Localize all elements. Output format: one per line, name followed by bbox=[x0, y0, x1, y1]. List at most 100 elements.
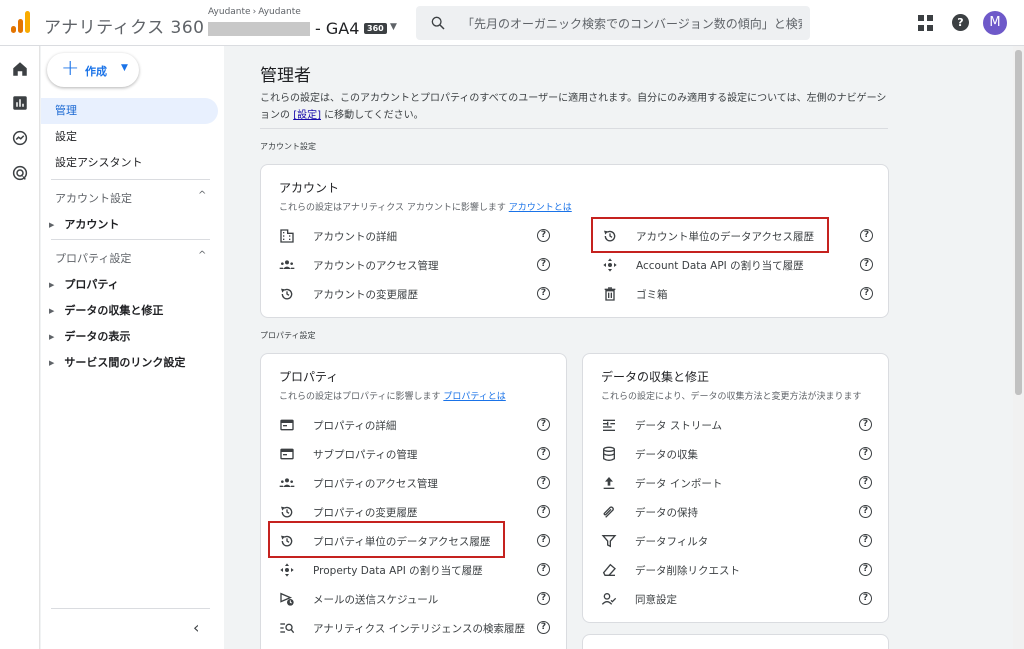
collapse-nav-icon[interactable]: ‹ bbox=[193, 618, 199, 637]
apps-grid-icon[interactable] bbox=[918, 15, 934, 31]
help-icon[interactable]: ? bbox=[859, 505, 872, 518]
nav-item-admin[interactable]: 管理 bbox=[41, 98, 218, 124]
top-bar: アナリティクス 360 Ayudante › Ayudante - GA4 360 … bbox=[0, 0, 1024, 46]
settings-link[interactable]: [設定] bbox=[293, 110, 321, 121]
help-icon[interactable]: ? bbox=[537, 534, 550, 547]
account-details-row[interactable]: アカウントの詳細 ? bbox=[279, 226, 551, 246]
what-is-account-link[interactable]: アカウントとは bbox=[509, 203, 572, 213]
avatar[interactable]: M bbox=[983, 11, 1007, 35]
property-access-row[interactable]: プロパティのアクセス管理 ? bbox=[279, 473, 551, 493]
property-change-history-row[interactable]: プロパティの変更履歴 ? bbox=[279, 502, 551, 522]
retention-icon bbox=[603, 506, 614, 518]
nav-sub-data-collection[interactable]: ▶ データの収集と修正 bbox=[49, 302, 163, 318]
data-streams-row[interactable]: データ ストリーム ? bbox=[601, 415, 873, 435]
help-icon[interactable]: ? bbox=[537, 287, 550, 300]
card-description: これらの設定はアナリティクス アカウントに影響します アカウントとは bbox=[279, 203, 572, 213]
data-filters-row[interactable]: データフィルタ ? bbox=[601, 531, 873, 551]
trash-row[interactable]: ゴミ箱 ? bbox=[602, 284, 874, 304]
data-deletion-requests-row[interactable]: データ削除リクエスト ? bbox=[601, 560, 873, 580]
data-import-row[interactable]: データ インポート ? bbox=[601, 473, 873, 493]
consent-settings-row[interactable]: 同意設定 ? bbox=[601, 589, 873, 609]
nav-item-settings[interactable]: 設定 bbox=[41, 124, 218, 150]
expand-arrow-icon: ▶ bbox=[49, 359, 55, 367]
nav-divider bbox=[51, 179, 210, 180]
account-data-api-quota-row[interactable]: Account Data API の割り当て履歴 ? bbox=[602, 255, 874, 275]
scheduled-emails-row[interactable]: メールの送信スケジュール ? bbox=[279, 589, 551, 609]
property-dropdown-icon[interactable]: ▼ bbox=[390, 22, 397, 32]
breadcrumb[interactable]: Ayudante › Ayudante bbox=[208, 7, 301, 17]
explore-icon[interactable] bbox=[11, 129, 29, 147]
help-icon[interactable]: ? bbox=[537, 505, 550, 518]
help-icon[interactable]: ? bbox=[859, 447, 872, 460]
property-name[interactable]: - GA4 bbox=[315, 19, 359, 38]
advertising-icon[interactable] bbox=[11, 164, 29, 182]
nav-sub-data-display[interactable]: ▶ データの表示 bbox=[49, 328, 130, 344]
expand-arrow-icon: ▶ bbox=[49, 221, 55, 229]
nav-section-account-settings[interactable]: アカウント設定 bbox=[55, 190, 132, 206]
people-icon bbox=[279, 260, 295, 269]
help-icon[interactable]: ? bbox=[537, 418, 550, 431]
stream-icon bbox=[603, 419, 615, 431]
trash-icon bbox=[604, 287, 616, 301]
highlight-box bbox=[268, 521, 505, 558]
nav-item-setup-assistant[interactable]: 設定アシスタント bbox=[41, 150, 218, 176]
nav-section-property-settings[interactable]: プロパティ設定 bbox=[55, 250, 131, 266]
nav-sub-product-links[interactable]: ▶ サービス間のリンク設定 bbox=[49, 354, 185, 370]
help-icon[interactable]: ? bbox=[859, 418, 872, 431]
card-description: これらの設定により、データの収集方法と変更方法が決まります bbox=[601, 392, 862, 402]
help-icon[interactable]: ? bbox=[860, 229, 873, 242]
filter-icon bbox=[601, 535, 617, 548]
search-bar[interactable]: 「先月のオーガニック検索でのコンバージョン数の傾向」と検索… bbox=[416, 6, 810, 40]
help-icon[interactable]: ? bbox=[859, 534, 872, 547]
scrollbar[interactable] bbox=[1013, 46, 1024, 649]
nav-sub-property[interactable]: ▶ プロパティ bbox=[49, 276, 119, 292]
expand-arrow-icon: ▶ bbox=[49, 281, 55, 289]
account-change-history-row[interactable]: アカウントの変更履歴 ? bbox=[279, 284, 551, 304]
nav-divider bbox=[51, 608, 210, 609]
left-rail bbox=[0, 46, 40, 649]
intro-text: これらの設定は、このアカウントとプロパティのすべてのユーザーに適用されます。自分… bbox=[260, 93, 887, 121]
property-card: プロパティ これらの設定はプロパティに影響します プロパティとは プロパティの詳… bbox=[260, 353, 567, 649]
help-icon[interactable]: ? bbox=[860, 258, 873, 271]
help-icon[interactable]: ? bbox=[537, 447, 550, 460]
help-icon[interactable]: ? bbox=[537, 229, 550, 242]
api-icon bbox=[603, 258, 617, 272]
data-retention-row[interactable]: データの保持 ? bbox=[601, 502, 873, 522]
plus-icon: + bbox=[61, 56, 80, 81]
help-icon[interactable]: ? bbox=[537, 563, 550, 576]
divider bbox=[260, 128, 888, 129]
breadcrumb-account[interactable]: Ayudante bbox=[208, 7, 251, 17]
property-details-row[interactable]: プロパティの詳細 ? bbox=[279, 415, 551, 435]
redacted-account-name bbox=[208, 22, 310, 36]
subproperty-management-row[interactable]: サブプロパティの管理 ? bbox=[279, 444, 551, 464]
help-icon[interactable]: ? bbox=[952, 14, 969, 31]
property-data-api-quota-row[interactable]: Property Data API の割り当て履歴 ? bbox=[279, 560, 551, 580]
highlight-box bbox=[591, 217, 829, 253]
create-button[interactable]: + 作成 ▼ bbox=[47, 53, 139, 87]
reports-icon[interactable] bbox=[11, 94, 29, 112]
create-label: 作成 bbox=[85, 65, 107, 78]
scrollbar-thumb[interactable] bbox=[1015, 50, 1022, 395]
data-collection-row[interactable]: データの収集 ? bbox=[601, 444, 873, 464]
nav-sub-account[interactable]: ▶ アカウント bbox=[49, 216, 119, 232]
page-title: 管理者 bbox=[260, 66, 311, 86]
building-icon bbox=[280, 229, 294, 243]
breadcrumb-property[interactable]: Ayudante bbox=[258, 7, 301, 17]
help-icon[interactable]: ? bbox=[537, 258, 550, 271]
account-access-row[interactable]: アカウントのアクセス管理 ? bbox=[279, 255, 551, 275]
help-icon[interactable]: ? bbox=[859, 592, 872, 605]
help-icon[interactable]: ? bbox=[859, 476, 872, 489]
help-icon[interactable]: ? bbox=[537, 592, 550, 605]
help-icon[interactable]: ? bbox=[859, 563, 872, 576]
chevron-up-icon[interactable]: ^ bbox=[198, 250, 206, 261]
home-icon[interactable] bbox=[11, 60, 29, 78]
what-is-property-link[interactable]: プロパティとは bbox=[443, 392, 505, 402]
search-input[interactable]: 「先月のオーガニック検索でのコンバージョン数の傾向」と検索… bbox=[462, 15, 802, 32]
help-icon[interactable]: ? bbox=[537, 621, 550, 634]
help-icon[interactable]: ? bbox=[860, 287, 873, 300]
intelligence-search-history-row[interactable]: アナリティクス インテリジェンスの検索履歴 ? bbox=[279, 618, 551, 638]
eraser-icon bbox=[602, 563, 616, 576]
chevron-up-icon[interactable]: ^ bbox=[198, 190, 206, 201]
help-icon[interactable]: ? bbox=[537, 476, 550, 489]
analytics-logo-icon[interactable] bbox=[10, 11, 32, 33]
